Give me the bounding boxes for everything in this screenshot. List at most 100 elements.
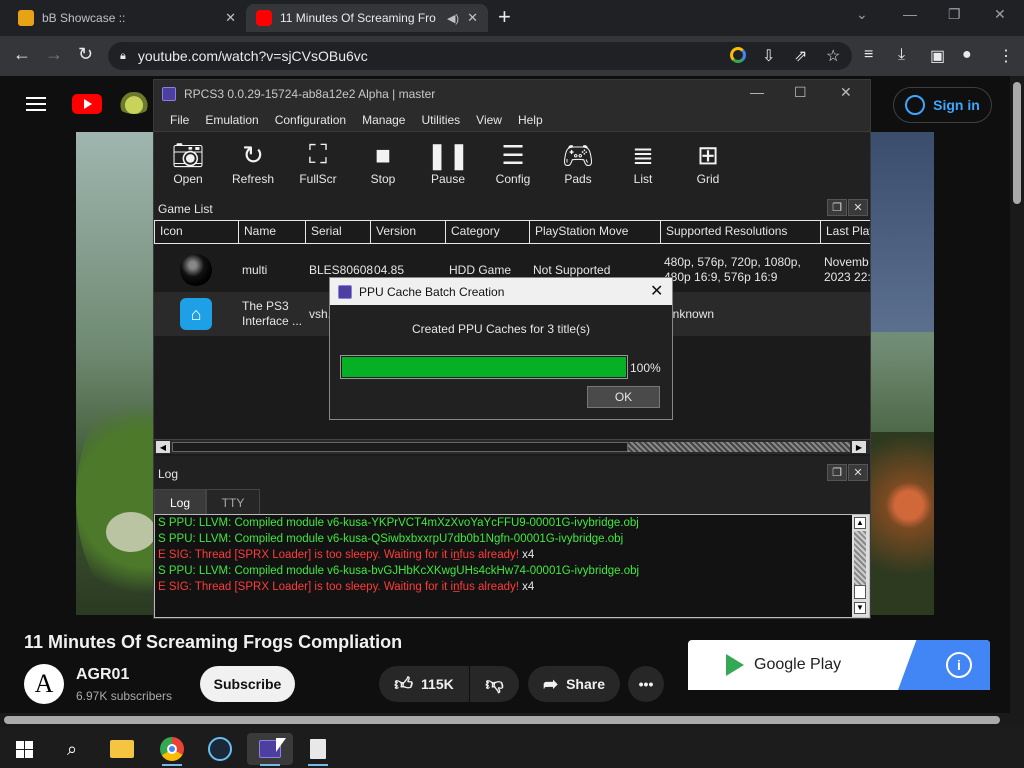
dislike-button[interactable]: 👎︎	[470, 666, 519, 702]
bookmark-star-icon[interactable]: ☆	[826, 46, 840, 66]
scrollbar-thumb[interactable]	[172, 442, 628, 452]
browser-tab-youtube[interactable]: 11 Minutes Of Screaming Fro ◀) ✕	[246, 4, 488, 32]
search-icon[interactable]: ⌕	[52, 733, 92, 765]
column-header[interactable]: Name	[239, 220, 306, 244]
info-icon[interactable]: i	[946, 652, 972, 678]
close-window-icon[interactable]: ✕	[994, 6, 1006, 23]
chrome-menu-icon[interactable]: ⋮	[998, 46, 1014, 66]
scrollbar-track[interactable]	[628, 442, 850, 452]
sign-in-button[interactable]: Sign in	[893, 87, 992, 123]
toolbar-open-button[interactable]: 📷︎ Open	[158, 138, 218, 187]
subscribe-button[interactable]: Subscribe	[200, 666, 295, 702]
dialog-close-icon[interactable]: ✕	[650, 281, 663, 301]
log-scrollbar[interactable]: ▲ ▼	[852, 515, 869, 617]
google-lens-icon[interactable]	[730, 47, 746, 63]
toolbar-pads-button[interactable]: 🎮︎ Pads	[548, 138, 608, 187]
tab-close-icon[interactable]: ✕	[467, 10, 478, 26]
rpcs3-maximize-icon[interactable]: ☐	[794, 84, 807, 101]
share-page-icon[interactable]: ⇗	[794, 46, 807, 66]
forward-icon[interactable]: →	[45, 44, 63, 65]
refresh-icon: ↻	[242, 139, 264, 170]
scrollbar-thumb[interactable]	[4, 716, 1000, 724]
log-repeat-count: x4	[522, 549, 535, 561]
toolbar-list-button[interactable]: ≣ List	[613, 138, 673, 187]
file-explorer-icon[interactable]	[102, 733, 142, 765]
running-indicator	[162, 764, 182, 766]
restore-icon[interactable]: ❐	[948, 6, 961, 23]
toolbar-stop-button[interactable]: ■ Stop	[353, 138, 413, 187]
game-icon: ⌂	[180, 292, 212, 336]
share-button[interactable]: ➦ Share	[528, 666, 620, 702]
new-tab-button[interactable]: +	[498, 6, 511, 28]
side-panel-icon[interactable]: ▣	[930, 46, 945, 66]
tab-close-icon[interactable]: ✕	[225, 10, 236, 26]
game-list-scrollbar[interactable]: ◀ ▶	[154, 439, 870, 454]
page-scrollbar[interactable]	[1010, 76, 1024, 716]
start-button[interactable]	[4, 733, 44, 765]
scroll-up-icon[interactable]: ▲	[854, 517, 866, 529]
guide-menu-icon[interactable]	[26, 97, 46, 111]
rpcs3-close-icon[interactable]: ✕	[840, 84, 852, 101]
audio-playing-icon[interactable]: ◀)	[447, 12, 459, 25]
close-panel-icon[interactable]: ✕	[848, 199, 868, 216]
toolbar-config-button[interactable]: ☰ Config	[483, 138, 543, 187]
doodle-logo-icon[interactable]	[116, 92, 152, 114]
minimize-icon[interactable]: —	[903, 6, 917, 22]
scrollbar-thumb[interactable]	[854, 585, 866, 599]
scrollbar-track[interactable]	[854, 531, 866, 585]
more-actions-button[interactable]: •••	[628, 666, 664, 702]
subscriber-count: 6.97K subscribers	[76, 689, 173, 703]
channel-avatar[interactable]: A	[24, 664, 64, 704]
media-control-icon[interactable]: ≡	[864, 46, 873, 64]
reload-icon[interactable]: ↻	[78, 44, 93, 65]
undock-icon[interactable]: ❐	[827, 464, 847, 481]
undock-icon[interactable]: ❐	[827, 199, 847, 216]
column-header[interactable]: Serial	[306, 220, 371, 244]
column-header[interactable]: Category	[446, 220, 530, 244]
toolbar-grid-button[interactable]: ⊞ Grid	[678, 138, 738, 187]
menu-view[interactable]: View	[468, 113, 510, 127]
scrollbar-thumb[interactable]	[1013, 82, 1021, 204]
column-header[interactable]: Version	[371, 220, 446, 244]
install-app-icon[interactable]: ⇩	[762, 46, 775, 66]
menu-emulation[interactable]: Emulation	[197, 113, 266, 127]
dialog-titlebar[interactable]: PPU Cache Batch Creation	[330, 278, 672, 305]
profile-icon[interactable]: ●	[962, 46, 972, 64]
rpcs3-taskbar-icon[interactable]	[247, 733, 293, 766]
column-header[interactable]: Icon	[154, 220, 239, 244]
notepad-icon[interactable]	[298, 733, 338, 766]
close-panel-icon[interactable]: ✕	[848, 464, 868, 481]
tab-log[interactable]: Log	[154, 489, 206, 515]
column-header[interactable]: Supported Resolutions	[661, 220, 821, 244]
toolbar-refresh-button[interactable]: ↻ Refresh	[223, 138, 283, 187]
steam-icon[interactable]	[200, 733, 240, 765]
menu-utilities[interactable]: Utilities	[413, 113, 468, 127]
scroll-right-icon[interactable]: ▶	[852, 441, 866, 453]
column-header[interactable]: PlayStation Move	[530, 220, 661, 244]
menu-configuration[interactable]: Configuration	[267, 113, 354, 127]
like-button[interactable]: 👍︎ 115K	[379, 666, 469, 702]
rpcs3-minimize-icon[interactable]: —	[750, 84, 764, 100]
tab-search-icon[interactable]: ⌄	[856, 6, 868, 23]
column-header[interactable]: Last Play	[821, 220, 870, 244]
channel-name[interactable]: AGR01	[76, 666, 129, 684]
scroll-left-icon[interactable]: ◀	[156, 441, 170, 453]
menu-manage[interactable]: Manage	[354, 113, 413, 127]
menu-help[interactable]: Help	[510, 113, 551, 127]
menu-file[interactable]: File	[162, 113, 197, 127]
downloads-icon[interactable]: ⤓	[898, 46, 905, 64]
toolbar-label: Stop	[370, 172, 396, 186]
tab-tty[interactable]: TTY	[206, 489, 260, 515]
youtube-logo-icon[interactable]	[72, 94, 102, 114]
google-play-ad[interactable]: Google Play i	[688, 640, 990, 690]
ok-button[interactable]: OK	[587, 386, 660, 408]
log-output[interactable]: S PPU: LLVM: Compiled module v6-kusa-YKP…	[154, 514, 870, 618]
toolbar-label: Refresh	[231, 172, 275, 186]
toolbar-pause-button[interactable]: ❚❚ Pause	[418, 138, 478, 187]
back-icon[interactable]: ←	[13, 44, 31, 65]
browser-tab-showcase[interactable]: bB Showcase :: ✕	[8, 4, 246, 32]
chrome-icon[interactable]	[152, 733, 192, 766]
toolbar-fullscreen-button[interactable]: ⛶ FullScr	[288, 138, 348, 186]
scroll-down-icon[interactable]: ▼	[854, 602, 866, 614]
page-horizontal-scrollbar[interactable]	[0, 713, 1024, 727]
